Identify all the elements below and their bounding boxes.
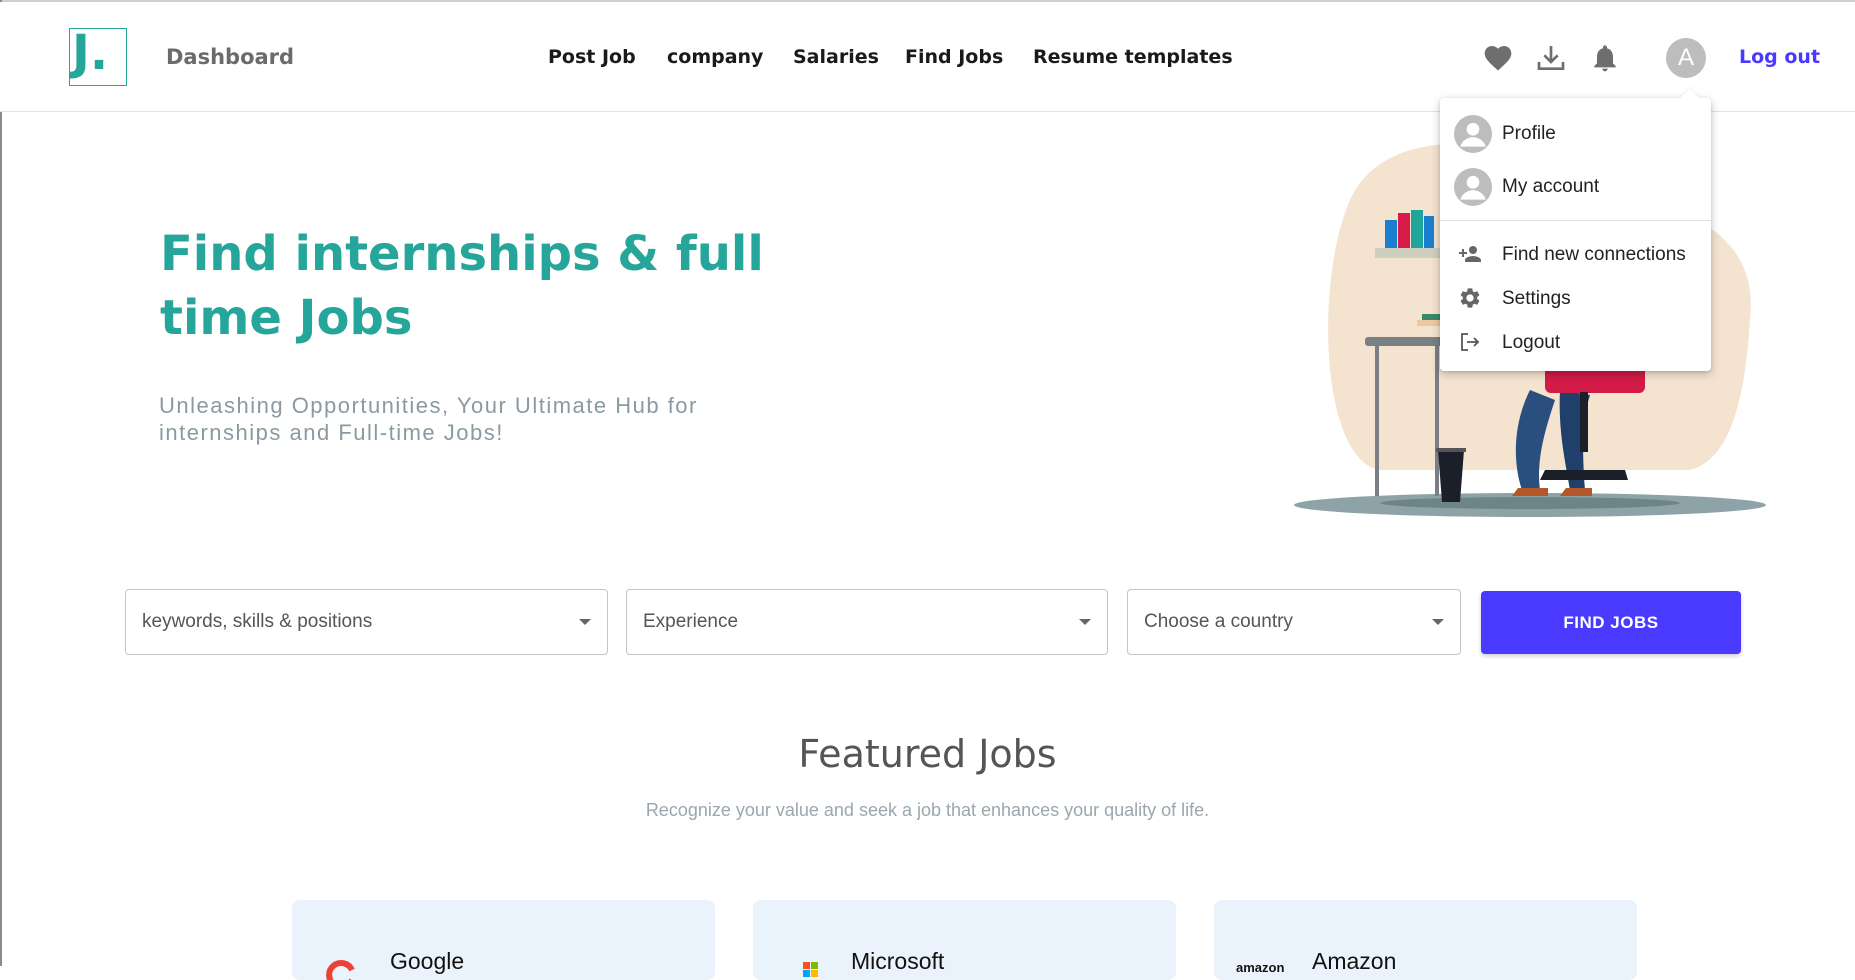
- find-jobs-button[interactable]: FIND JOBS: [1481, 591, 1741, 654]
- bell-icon[interactable]: [1589, 42, 1621, 74]
- country-select[interactable]: Choose a country: [1127, 589, 1461, 655]
- menu-divider: [1440, 220, 1711, 221]
- amazon-logo-icon: amazon: [1236, 960, 1285, 975]
- chevron-down-icon: [579, 619, 591, 625]
- site-logo[interactable]: J.: [69, 25, 127, 86]
- person-add-icon: [1459, 246, 1481, 262]
- gear-icon: [1460, 288, 1480, 308]
- top-navbar: J. Dashboard Post Job company Salaries F…: [0, 2, 1855, 112]
- company-name: Google: [390, 948, 465, 974]
- hero-title: Find internships & full time Jobs: [160, 226, 764, 346]
- google-logo-icon: [326, 960, 355, 980]
- menu-item-label: Profile: [1502, 123, 1556, 144]
- featured-title: Featured Jobs: [798, 732, 1057, 776]
- menu-item-profile[interactable]: Profile: [1440, 111, 1711, 155]
- company-card-amazon[interactable]: amazon Amazon: [1214, 900, 1637, 980]
- dashboard-link[interactable]: Dashboard: [166, 45, 294, 69]
- company-name: Microsoft: [851, 948, 945, 974]
- experience-select[interactable]: Experience: [626, 589, 1108, 655]
- keywords-select[interactable]: keywords, skills & positions: [125, 589, 608, 655]
- menu-item-label: Logout: [1502, 332, 1561, 353]
- keywords-placeholder: keywords, skills & positions: [142, 611, 373, 632]
- hero-subtitle: Unleashing Opportunities, Your Ultimate …: [159, 393, 698, 445]
- company-card-google[interactable]: Google: [292, 900, 715, 980]
- menu-item-find-connections[interactable]: Find new connections: [1440, 232, 1711, 276]
- avatar-icon: [1454, 115, 1492, 153]
- microsoft-logo-icon: [803, 962, 818, 977]
- chevron-down-icon: [1079, 619, 1091, 625]
- company-name: Amazon: [1312, 948, 1397, 974]
- nav-company[interactable]: company: [667, 46, 763, 68]
- nav-resume-templates[interactable]: Resume templates: [1033, 46, 1233, 68]
- download-icon[interactable]: [1535, 42, 1567, 74]
- chevron-down-icon: [1432, 619, 1444, 625]
- company-card-microsoft[interactable]: Microsoft: [753, 900, 1176, 980]
- nav-post-job[interactable]: Post Job: [548, 46, 636, 68]
- logout-icon: [1461, 333, 1480, 351]
- logout-link[interactable]: Log out: [1739, 46, 1820, 68]
- menu-item-label: My account: [1502, 176, 1600, 197]
- avatar-icon: [1454, 168, 1492, 206]
- experience-placeholder: Experience: [643, 611, 739, 632]
- user-avatar[interactable]: A: [1666, 38, 1706, 78]
- menu-item-label: Settings: [1502, 288, 1571, 309]
- nav-find-jobs[interactable]: Find Jobs: [905, 46, 1003, 68]
- country-placeholder: Choose a country: [1144, 611, 1293, 632]
- menu-item-my-account[interactable]: My account: [1440, 164, 1711, 208]
- account-menu: Profile My account Find new connections …: [1440, 98, 1711, 371]
- heart-icon[interactable]: [1482, 42, 1514, 74]
- menu-item-settings[interactable]: Settings: [1440, 276, 1711, 320]
- window-left-border: [0, 0, 2, 966]
- menu-item-logout[interactable]: Logout: [1440, 320, 1711, 364]
- menu-item-label: Find new connections: [1502, 244, 1686, 265]
- logo-text: J.: [72, 25, 109, 81]
- featured-subtitle: Recognize your value and seek a job that…: [645, 800, 1210, 820]
- nav-salaries[interactable]: Salaries: [793, 46, 879, 68]
